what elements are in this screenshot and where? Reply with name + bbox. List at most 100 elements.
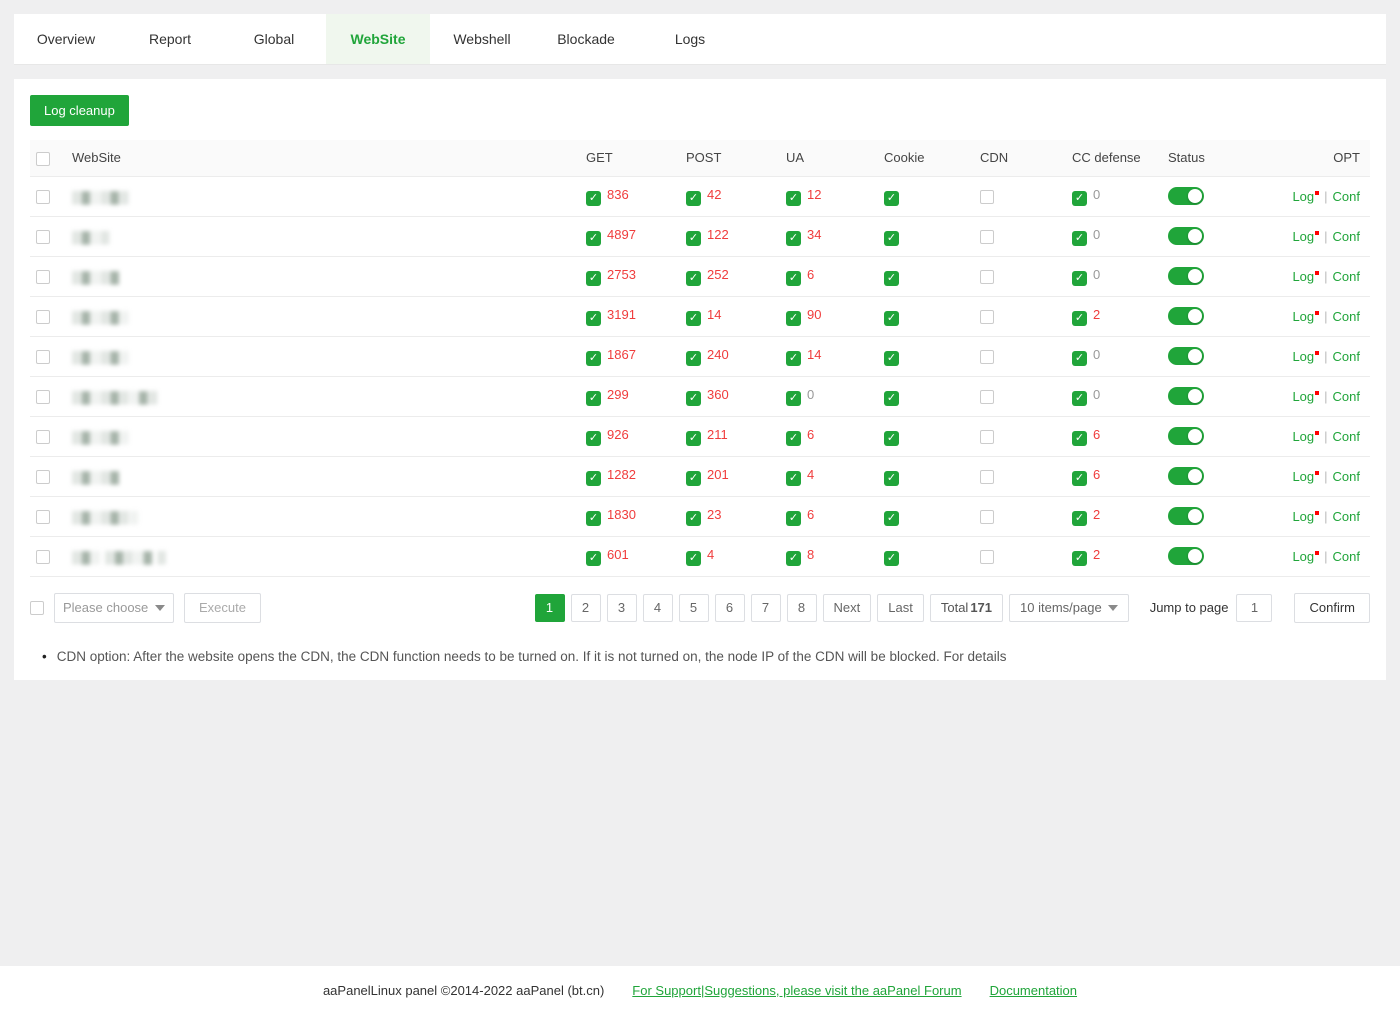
site-name[interactable]: ▒▓░▒▓▒░▓▒ <box>72 390 158 404</box>
get-enabled-check-icon[interactable] <box>586 351 601 366</box>
tab-item[interactable]: Logs <box>638 14 742 64</box>
ua-enabled-check-icon[interactable] <box>786 511 801 526</box>
cookie-enabled-check-icon[interactable] <box>884 471 899 486</box>
ua-enabled-check-icon[interactable] <box>786 391 801 406</box>
cc-defense-check-icon[interactable] <box>1072 391 1087 406</box>
conf-link[interactable]: Conf <box>1333 509 1360 524</box>
cc-defense-check-icon[interactable] <box>1072 351 1087 366</box>
site-name[interactable]: ▒▓░▒▓ <box>72 270 120 284</box>
cookie-enabled-check-icon[interactable] <box>884 191 899 206</box>
post-enabled-check-icon[interactable] <box>686 311 701 326</box>
get-enabled-check-icon[interactable] <box>586 191 601 206</box>
tab-item[interactable]: Overview <box>14 14 118 64</box>
log-link[interactable]: Log <box>1292 429 1319 444</box>
cc-defense-check-icon[interactable] <box>1072 311 1087 326</box>
get-enabled-check-icon[interactable] <box>586 431 601 446</box>
cc-defense-check-icon[interactable] <box>1072 271 1087 286</box>
get-enabled-check-icon[interactable] <box>586 391 601 406</box>
cc-defense-check-icon[interactable] <box>1072 231 1087 246</box>
confirm-button[interactable]: Confirm <box>1294 593 1370 623</box>
post-enabled-check-icon[interactable] <box>686 431 701 446</box>
post-enabled-check-icon[interactable] <box>686 351 701 366</box>
page-number-button[interactable]: 7 <box>751 594 781 622</box>
tab-item[interactable]: Global <box>222 14 326 64</box>
cdn-checkbox[interactable] <box>980 310 994 324</box>
cdn-checkbox[interactable] <box>980 470 994 484</box>
conf-link[interactable]: Conf <box>1333 269 1360 284</box>
status-toggle[interactable] <box>1168 267 1204 285</box>
last-page-button[interactable]: Last <box>877 594 924 622</box>
cookie-enabled-check-icon[interactable] <box>884 311 899 326</box>
conf-link[interactable]: Conf <box>1333 189 1360 204</box>
next-page-button[interactable]: Next <box>823 594 872 622</box>
log-link[interactable]: Log <box>1292 309 1319 324</box>
row-checkbox[interactable] <box>36 430 50 444</box>
cookie-enabled-check-icon[interactable] <box>884 431 899 446</box>
cookie-enabled-check-icon[interactable] <box>884 271 899 286</box>
row-checkbox[interactable] <box>36 230 50 244</box>
post-enabled-check-icon[interactable] <box>686 511 701 526</box>
page-number-button[interactable]: 8 <box>787 594 817 622</box>
row-checkbox[interactable] <box>36 390 50 404</box>
get-enabled-check-icon[interactable] <box>586 311 601 326</box>
status-toggle[interactable] <box>1168 347 1204 365</box>
status-toggle[interactable] <box>1168 547 1204 565</box>
get-enabled-check-icon[interactable] <box>586 471 601 486</box>
log-link[interactable]: Log <box>1292 389 1319 404</box>
status-toggle[interactable] <box>1168 227 1204 245</box>
row-checkbox[interactable] <box>36 510 50 524</box>
conf-link[interactable]: Conf <box>1333 349 1360 364</box>
support-link[interactable]: For Support|Suggestions, please visit th… <box>632 983 961 998</box>
row-checkbox[interactable] <box>36 350 50 364</box>
row-checkbox[interactable] <box>36 270 50 284</box>
cc-defense-check-icon[interactable] <box>1072 471 1087 486</box>
cdn-checkbox[interactable] <box>980 390 994 404</box>
row-checkbox[interactable] <box>36 190 50 204</box>
post-enabled-check-icon[interactable] <box>686 231 701 246</box>
conf-link[interactable]: Conf <box>1333 389 1360 404</box>
cookie-enabled-check-icon[interactable] <box>884 391 899 406</box>
site-name[interactable]: ▒▓░▒ <box>72 230 110 244</box>
bulk-select-checkbox[interactable] <box>30 601 44 615</box>
select-all-checkbox[interactable] <box>36 152 50 166</box>
ua-enabled-check-icon[interactable] <box>786 231 801 246</box>
post-enabled-check-icon[interactable] <box>686 551 701 566</box>
site-name[interactable]: ▒▓░▒▓░ <box>72 350 130 364</box>
cdn-checkbox[interactable] <box>980 270 994 284</box>
cdn-checkbox[interactable] <box>980 230 994 244</box>
page-number-button[interactable]: 2 <box>571 594 601 622</box>
conf-link[interactable]: Conf <box>1333 549 1360 564</box>
conf-link[interactable]: Conf <box>1333 429 1360 444</box>
status-toggle[interactable] <box>1168 467 1204 485</box>
site-name[interactable]: ▒▓░▒▓▒░ <box>72 510 139 524</box>
post-enabled-check-icon[interactable] <box>686 271 701 286</box>
conf-link[interactable]: Conf <box>1333 469 1360 484</box>
log-link[interactable]: Log <box>1292 189 1319 204</box>
page-number-button[interactable]: 6 <box>715 594 745 622</box>
status-toggle[interactable] <box>1168 187 1204 205</box>
tab-item[interactable]: Report <box>118 14 222 64</box>
site-name[interactable]: ▒▓░▒▓░ <box>72 430 130 444</box>
row-checkbox[interactable] <box>36 550 50 564</box>
cdn-checkbox[interactable] <box>980 510 994 524</box>
tab-item[interactable]: Blockade <box>534 14 638 64</box>
log-link[interactable]: Log <box>1292 469 1319 484</box>
cc-defense-check-icon[interactable] <box>1072 511 1087 526</box>
bulk-action-select[interactable]: Please choose <box>54 593 174 623</box>
execute-button[interactable]: Execute <box>184 593 261 623</box>
conf-link[interactable]: Conf <box>1333 309 1360 324</box>
cc-defense-check-icon[interactable] <box>1072 551 1087 566</box>
log-link[interactable]: Log <box>1292 349 1319 364</box>
site-name[interactable]: ▒▓░ ▒▓▒░▓ ▒ <box>72 550 167 564</box>
cdn-checkbox[interactable] <box>980 190 994 204</box>
items-per-page-select[interactable]: 10 items/page <box>1009 594 1129 622</box>
ua-enabled-check-icon[interactable] <box>786 191 801 206</box>
page-number-button[interactable]: 5 <box>679 594 709 622</box>
cdn-checkbox[interactable] <box>980 350 994 364</box>
row-checkbox[interactable] <box>36 310 50 324</box>
page-number-button[interactable]: 4 <box>643 594 673 622</box>
get-enabled-check-icon[interactable] <box>586 231 601 246</box>
cc-defense-check-icon[interactable] <box>1072 191 1087 206</box>
cookie-enabled-check-icon[interactable] <box>884 351 899 366</box>
ua-enabled-check-icon[interactable] <box>786 551 801 566</box>
